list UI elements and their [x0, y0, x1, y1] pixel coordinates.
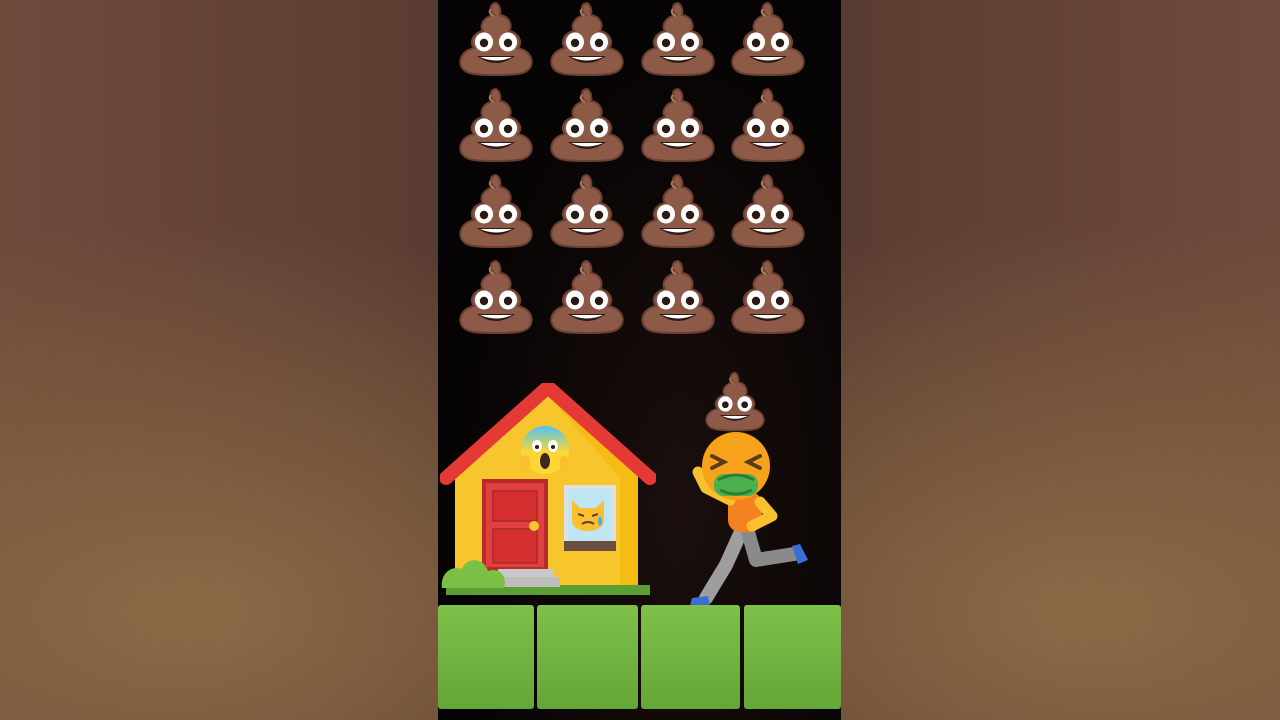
poop-emoji — [727, 258, 809, 336]
running-person-emoji[interactable] — [686, 430, 811, 610]
poop-emoji — [546, 0, 628, 78]
poop-emoji — [455, 0, 537, 78]
poop-emoji — [637, 258, 719, 336]
poop-emoji — [727, 172, 809, 250]
poop-emoji — [637, 0, 719, 78]
poop-emoji — [455, 86, 537, 164]
poop-emoji — [637, 172, 719, 250]
ground-tile — [744, 605, 841, 709]
poop-emoji — [546, 86, 628, 164]
poop-emoji — [455, 258, 537, 336]
ground-tile — [641, 605, 740, 709]
poop-emoji — [546, 172, 628, 250]
poop-emoji — [546, 258, 628, 336]
crying-cat-emoji — [572, 500, 604, 531]
poop-emoji — [727, 0, 809, 78]
poop-emoji — [727, 86, 809, 164]
game-stage[interactable] — [438, 0, 841, 720]
poop-emoji — [455, 172, 537, 250]
ground-tile — [537, 605, 638, 709]
falling-poop-emoji[interactable] — [702, 370, 768, 433]
house-emoji — [440, 383, 656, 595]
poop-emoji — [637, 86, 719, 164]
face-screaming-in-fear-emoji — [520, 426, 570, 474]
ground-tile — [438, 605, 534, 709]
